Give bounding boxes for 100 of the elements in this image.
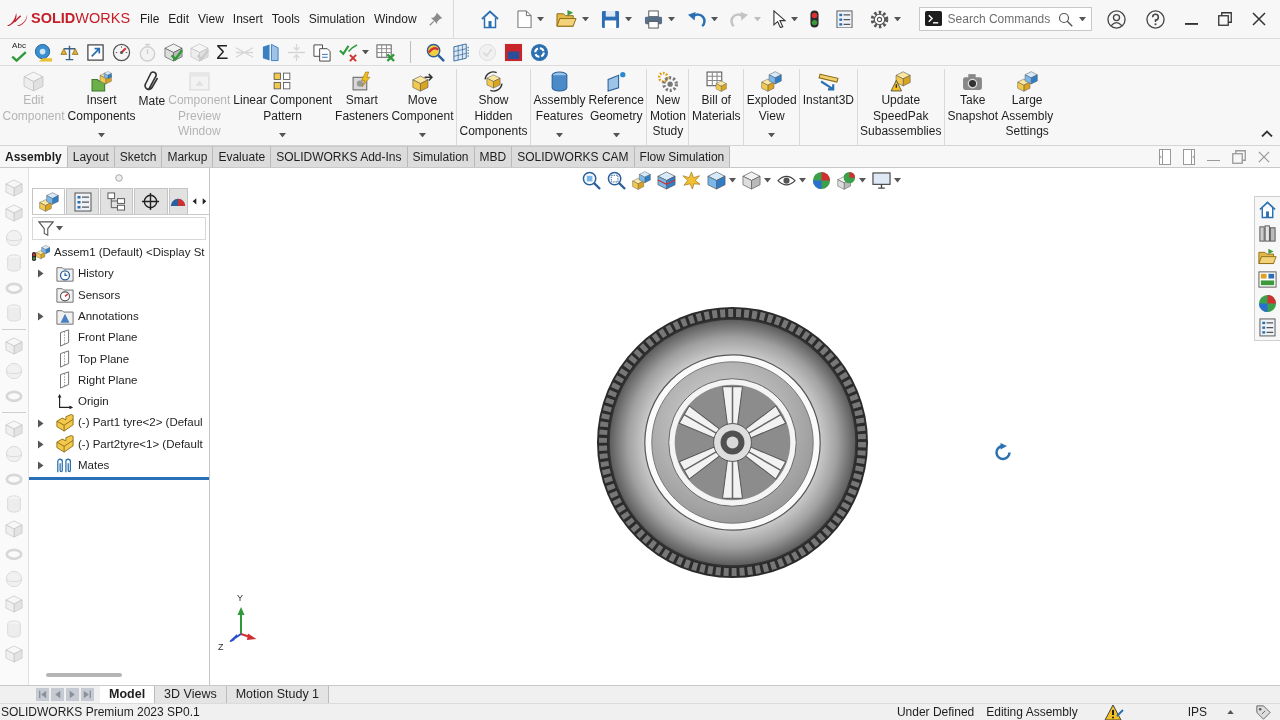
minimize-icon[interactable] bbox=[1207, 159, 1220, 162]
tree-item[interactable]: Sensors bbox=[78, 286, 121, 304]
command-button[interactable]: Exploded View bbox=[745, 69, 799, 144]
tag-icon[interactable] bbox=[1256, 704, 1271, 720]
magnifier-icon[interactable] bbox=[607, 171, 626, 190]
documents-icon[interactable] bbox=[313, 42, 333, 62]
tree-item[interactable]: Top Plane bbox=[78, 350, 130, 368]
home-icon[interactable] bbox=[1258, 200, 1277, 219]
drag-handle-icon[interactable] bbox=[115, 174, 123, 182]
panel-tab[interactable] bbox=[168, 188, 188, 214]
table-cross-icon[interactable] bbox=[376, 42, 396, 62]
warning-icon[interactable] bbox=[1103, 703, 1124, 720]
cube-slice-icon[interactable] bbox=[657, 171, 676, 190]
caret-icon[interactable] bbox=[790, 16, 798, 22]
caret-icon[interactable] bbox=[764, 178, 771, 183]
command-button[interactable]: Insert Components bbox=[66, 69, 138, 144]
list-icon[interactable] bbox=[1259, 318, 1276, 338]
curved-arrow-icon[interactable] bbox=[686, 9, 706, 29]
spelling-button[interactable]: Abc bbox=[11, 41, 27, 63]
expand-arrow-icon[interactable] bbox=[37, 439, 44, 449]
tab[interactable]: Evaluate bbox=[213, 146, 272, 167]
caret-icon[interactable] bbox=[98, 132, 106, 137]
tab[interactable]: Flow Simulation bbox=[634, 146, 731, 167]
panels-icon[interactable] bbox=[261, 42, 281, 62]
cube-icon[interactable] bbox=[707, 171, 726, 190]
command-button[interactable]: Large Assembly Settings bbox=[999, 69, 1055, 144]
tab[interactable]: SOLIDWORKS CAM bbox=[512, 146, 635, 167]
tab[interactable]: 3D Views bbox=[155, 686, 227, 703]
tab[interactable]: SOLIDWORKS Add-Ins bbox=[271, 146, 408, 167]
tree-item[interactable]: Origin bbox=[78, 393, 109, 411]
command-button[interactable]: Show Hidden Components bbox=[457, 69, 529, 144]
tree-item[interactable]: Mates bbox=[78, 457, 110, 475]
caret-icon[interactable] bbox=[667, 16, 675, 22]
close-icon[interactable] bbox=[1252, 12, 1266, 26]
menu-item[interactable]: Window bbox=[373, 8, 417, 30]
cursor-icon[interactable] bbox=[772, 9, 786, 29]
caret-icon[interactable] bbox=[536, 16, 544, 22]
traffic-light-icon[interactable] bbox=[809, 10, 819, 28]
folder-icon[interactable] bbox=[555, 9, 577, 29]
caret-icon[interactable] bbox=[710, 16, 718, 22]
tab[interactable]: Simulation bbox=[407, 146, 475, 167]
starburst-icon[interactable] bbox=[682, 171, 701, 190]
caret-icon[interactable] bbox=[362, 49, 370, 55]
search-input[interactable]: Search Commands bbox=[947, 11, 1052, 27]
color-blocks-icon[interactable] bbox=[1258, 270, 1277, 290]
caret-icon[interactable] bbox=[799, 178, 806, 183]
caret-icon[interactable] bbox=[556, 132, 563, 137]
caret-icon[interactable] bbox=[894, 178, 901, 183]
command-button[interactable]: Linear Component Pattern bbox=[231, 69, 334, 144]
monitor-icon[interactable] bbox=[872, 171, 891, 190]
document-icon[interactable] bbox=[516, 9, 532, 29]
sphere-icon[interactable] bbox=[812, 171, 831, 190]
caret-icon[interactable] bbox=[612, 132, 620, 137]
pin-icon[interactable] bbox=[428, 12, 443, 26]
tree-item[interactable]: Front Plane bbox=[78, 329, 138, 347]
rollback-bar[interactable] bbox=[29, 477, 209, 481]
command-button[interactable]: Smart Fasteners bbox=[333, 69, 390, 144]
caret-up-icon[interactable] bbox=[1261, 130, 1273, 137]
sphere-cube-icon[interactable] bbox=[837, 171, 856, 190]
help-icon[interactable] bbox=[1146, 9, 1165, 29]
tree-item[interactable]: History bbox=[78, 265, 114, 283]
caret-icon[interactable] bbox=[581, 16, 589, 22]
magnifier-icon[interactable] bbox=[426, 42, 446, 62]
panel-left-icon[interactable] bbox=[1159, 148, 1171, 165]
menu-item[interactable]: Tools bbox=[271, 8, 300, 30]
mesh-panel-icon[interactable] bbox=[452, 42, 472, 62]
scrollbar[interactable] bbox=[46, 673, 122, 677]
ring-icon[interactable] bbox=[530, 42, 550, 62]
books-icon[interactable] bbox=[1258, 224, 1277, 243]
tab[interactable]: MBD bbox=[474, 146, 513, 167]
gauge-icon[interactable] bbox=[112, 42, 131, 62]
tree-item[interactable]: Assem1 (Default) <Display St bbox=[54, 244, 205, 262]
home-icon[interactable] bbox=[479, 9, 500, 29]
tree-item[interactable]: Annotations bbox=[78, 307, 139, 326]
command-button[interactable]: Mate bbox=[137, 69, 167, 144]
search-field[interactable]: Search Commands bbox=[918, 7, 1092, 31]
tab[interactable]: Model bbox=[100, 686, 156, 703]
command-button[interactable]: Move Component bbox=[389, 69, 455, 144]
filter-field[interactable] bbox=[32, 217, 206, 240]
magnifier-icon[interactable] bbox=[582, 171, 601, 190]
printer-icon[interactable] bbox=[643, 9, 663, 29]
tree-item[interactable]: (-) Part1 tyre<2> (Defaul bbox=[78, 414, 203, 432]
caret-icon[interactable] bbox=[279, 132, 287, 137]
units-button[interactable]: IPS bbox=[1187, 703, 1207, 720]
tree-item[interactable]: (-) Part2tyre<1> (Default bbox=[78, 435, 203, 453]
tab[interactable]: Motion Study 1 bbox=[226, 686, 330, 703]
caret-icon[interactable] bbox=[859, 178, 866, 183]
list-icon[interactable] bbox=[835, 9, 853, 29]
expand-arrow-icon[interactable] bbox=[37, 312, 44, 322]
menu-item[interactable]: Simulation bbox=[308, 8, 365, 30]
user-icon[interactable] bbox=[1107, 9, 1126, 29]
tiles-icon[interactable] bbox=[504, 42, 524, 62]
command-button[interactable]: Bill of Materials bbox=[690, 69, 743, 144]
settings-icon[interactable] bbox=[869, 9, 889, 29]
command-button[interactable]: New Motion Study bbox=[648, 69, 688, 144]
menu-item[interactable]: Insert bbox=[232, 8, 263, 30]
menu-item[interactable]: Edit bbox=[168, 8, 190, 30]
tab[interactable]: Sketch bbox=[114, 146, 163, 167]
panel-right-icon[interactable] bbox=[1183, 148, 1195, 165]
caret-icon[interactable] bbox=[624, 16, 632, 22]
